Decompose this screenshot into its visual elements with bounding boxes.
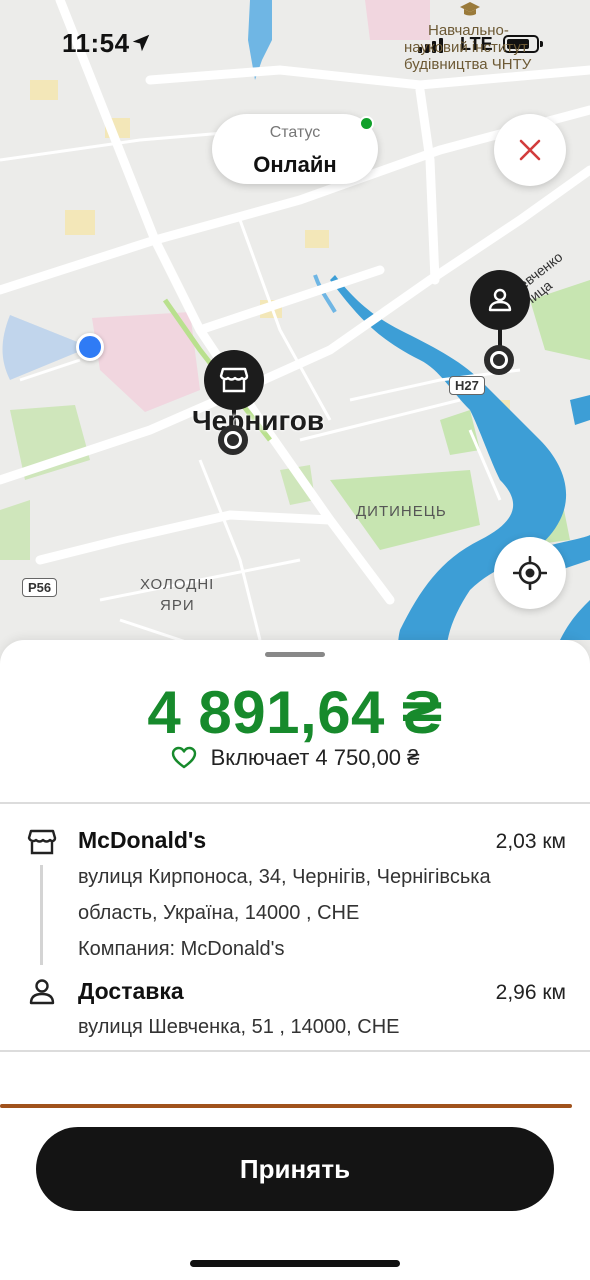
accept-button[interactable]: Принять bbox=[36, 1127, 554, 1211]
close-icon bbox=[519, 139, 541, 161]
city-label: Чернигов bbox=[192, 405, 325, 436]
close-button[interactable] bbox=[494, 114, 566, 186]
sheet-handle[interactable] bbox=[265, 652, 325, 657]
includes-row: Включает 4 750,00 ₴ bbox=[0, 745, 590, 771]
divider bbox=[0, 802, 590, 804]
dropoff-address: вулиця Шевченка, 51 , 14000, CHE bbox=[78, 1016, 400, 1038]
battery-tip bbox=[540, 41, 543, 47]
pickup-address-line2: область, Україна, 14000 , CHE bbox=[78, 902, 360, 924]
pickup-distance: 2,03 км bbox=[495, 830, 566, 853]
pickup-title: McDonald's bbox=[78, 827, 207, 853]
graduation-cap-icon bbox=[460, 2, 480, 16]
home-indicator bbox=[190, 1260, 400, 1267]
status-value: Онлайн bbox=[253, 152, 337, 177]
current-location-dot bbox=[76, 333, 104, 361]
customer-pin-base bbox=[484, 345, 514, 375]
district-label: ЯРИ bbox=[160, 597, 195, 614]
district-label: ХОЛОДНІ bbox=[140, 576, 215, 593]
pickup-company: Компания: McDonald's bbox=[78, 938, 285, 960]
includes-text: Включает 4 750,00 ₴ bbox=[210, 745, 420, 770]
road-badge-h27: H27 bbox=[449, 376, 485, 395]
dropoff-title: Доставка bbox=[78, 978, 184, 1004]
district-label: ДИТИНЕЦЬ bbox=[356, 503, 447, 520]
store-icon bbox=[219, 367, 249, 393]
dropoff-distance: 2,96 км bbox=[495, 981, 566, 1004]
accept-timer-bar bbox=[0, 1104, 572, 1108]
order-price: 4 891,64 ₴ bbox=[147, 679, 443, 746]
person-icon bbox=[29, 979, 55, 1005]
crosshair-icon bbox=[513, 556, 547, 590]
poi-institute-label: Навчально- науковий інститут будівництва… bbox=[404, 22, 532, 73]
store-pin[interactable] bbox=[204, 350, 264, 410]
status-time: 11:54 bbox=[62, 28, 130, 58]
locate-me-button[interactable] bbox=[494, 537, 566, 609]
status-label: Статус bbox=[269, 124, 321, 141]
accept-button-label: Принять bbox=[239, 1153, 351, 1184]
divider bbox=[0, 1050, 590, 1052]
customer-pin[interactable] bbox=[470, 270, 530, 330]
store-pin-base bbox=[218, 425, 248, 455]
online-indicator bbox=[359, 116, 374, 131]
route-line bbox=[40, 865, 43, 965]
location-arrow-icon bbox=[132, 34, 150, 52]
status-pill[interactable]: Статус Онлайн bbox=[212, 114, 378, 184]
store-icon bbox=[27, 829, 57, 855]
person-icon bbox=[488, 288, 512, 312]
pickup-address-line1: вулиця Кирпоноса, 34, Чернігів, Чернігів… bbox=[78, 866, 491, 888]
order-sheet: 4 891,64 ₴ Включает 4 750,00 ₴ McDonald'… bbox=[0, 640, 590, 1280]
map-view[interactable]: 11:54 LTE Навчально- науковий інститут б… bbox=[0, 0, 590, 680]
heart-icon bbox=[171, 746, 196, 769]
road-badge-p56: P56 bbox=[22, 578, 58, 597]
